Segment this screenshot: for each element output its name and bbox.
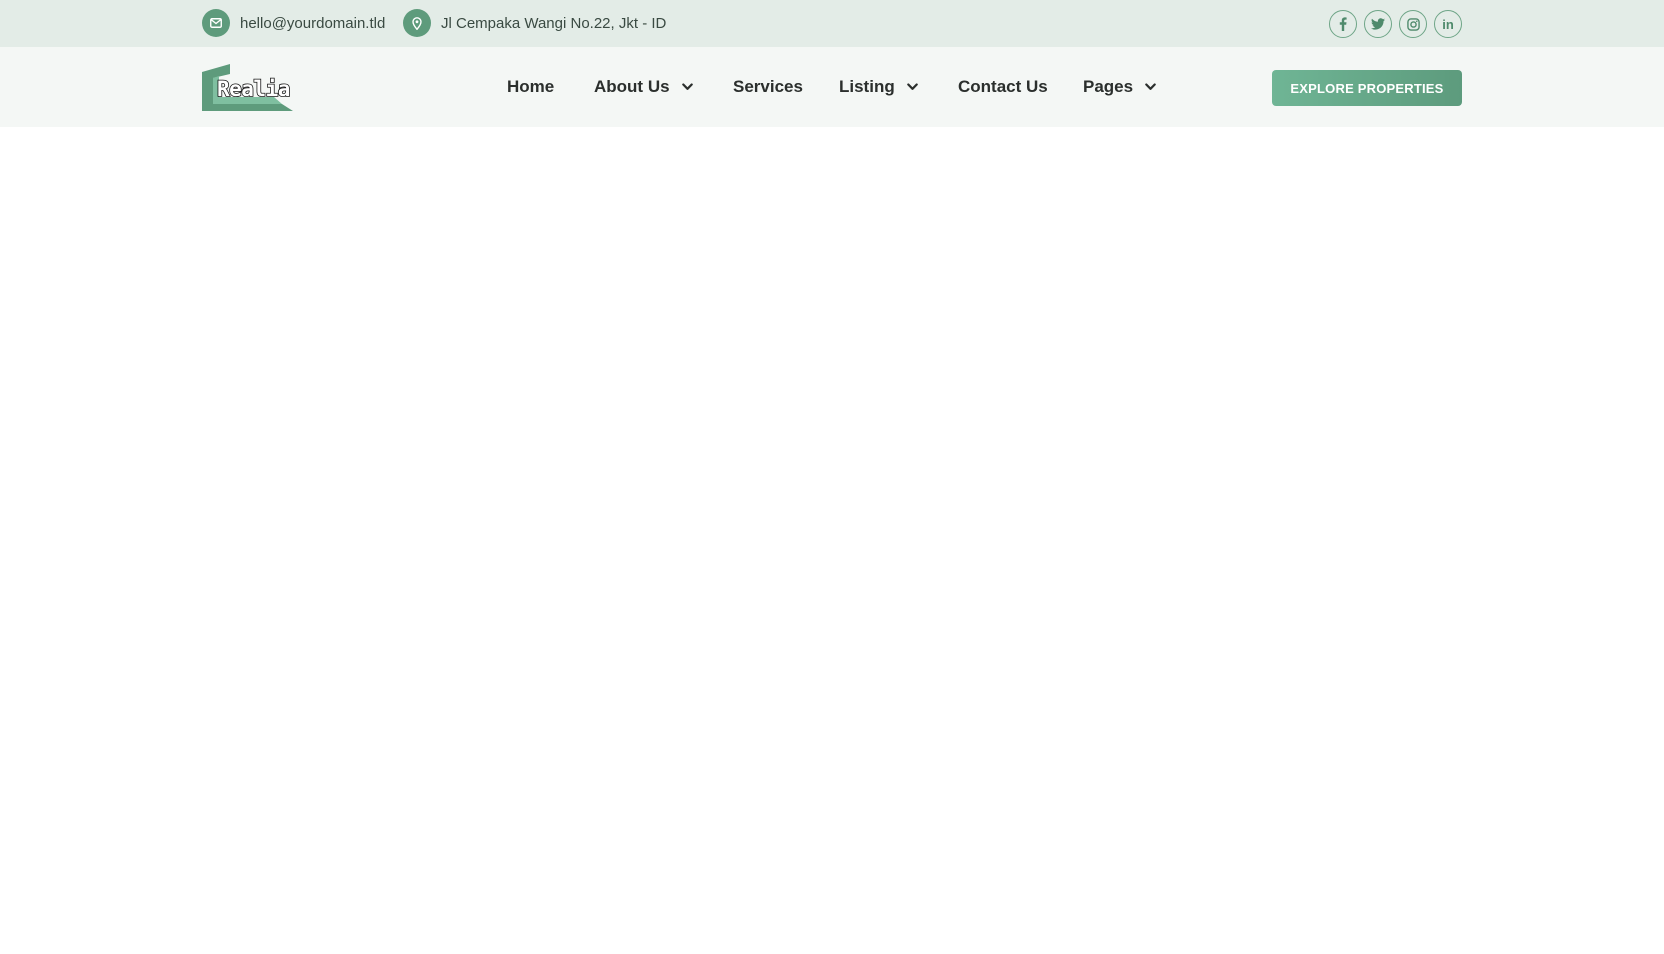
linkedin-link[interactable]: in bbox=[1434, 10, 1462, 38]
chevron-down-icon bbox=[906, 83, 918, 91]
nav-listing[interactable]: Listing bbox=[839, 75, 918, 99]
twitter-link[interactable] bbox=[1364, 10, 1392, 38]
nav-services[interactable]: Services bbox=[733, 75, 803, 99]
linkedin-icon: in bbox=[1442, 16, 1454, 32]
facebook-icon bbox=[1339, 17, 1347, 31]
nav-services-label: Services bbox=[733, 77, 803, 96]
social-links: in bbox=[1329, 10, 1462, 38]
nav-home[interactable]: Home bbox=[507, 75, 554, 99]
nav-contact-us-label: Contact Us bbox=[958, 77, 1048, 96]
main-header: Realia Home About Us Services Listing Co… bbox=[0, 47, 1664, 127]
nav-listing-label: Listing bbox=[839, 77, 895, 96]
nav-pages[interactable]: Pages bbox=[1083, 75, 1156, 99]
nav-about-us-label: About Us bbox=[594, 77, 670, 96]
contact-address[interactable]: Jl Cempaka Wangi No.22, Jkt - ID bbox=[403, 9, 666, 37]
twitter-icon bbox=[1371, 18, 1385, 30]
page-content bbox=[0, 127, 1664, 954]
instagram-link[interactable] bbox=[1399, 10, 1427, 38]
chevron-down-icon bbox=[681, 83, 693, 91]
nav-pages-label: Pages bbox=[1083, 77, 1134, 96]
facebook-link[interactable] bbox=[1329, 10, 1357, 38]
nav-home-label: Home bbox=[507, 77, 555, 96]
address-text: Jl Cempaka Wangi No.22, Jkt - ID bbox=[441, 14, 667, 32]
nav-about-us[interactable]: About Us bbox=[594, 75, 693, 99]
chevron-down-icon bbox=[1145, 83, 1156, 91]
contact-email[interactable]: hello@yourdomain.tld bbox=[202, 9, 385, 37]
email-text: hello@yourdomain.tld bbox=[240, 14, 386, 32]
location-pin-icon bbox=[403, 9, 431, 37]
mail-icon bbox=[202, 9, 230, 37]
instagram-icon bbox=[1406, 17, 1420, 31]
top-bar: hello@yourdomain.tld Jl Cempaka Wangi No… bbox=[0, 0, 1664, 47]
explore-properties-button[interactable]: EXPLORE PROPERTIES bbox=[1272, 70, 1462, 106]
nav-contact-us[interactable]: Contact Us bbox=[958, 75, 1048, 99]
